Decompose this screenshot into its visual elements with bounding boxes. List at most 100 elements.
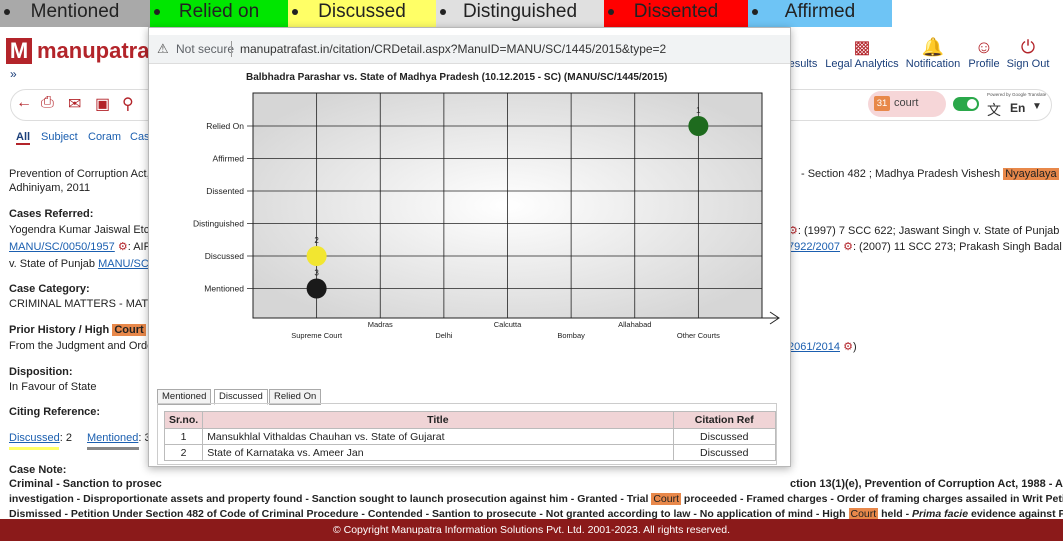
- user-icon: ☺: [974, 37, 994, 57]
- nav-notification[interactable]: 🔔 Notification: [903, 36, 963, 70]
- mail-icon[interactable]: ✉: [68, 94, 81, 114]
- citing-reference-heading: Citing Reference:: [9, 406, 101, 418]
- x-tick-label: Allahabad: [618, 320, 651, 329]
- y-tick-label: Dissented: [206, 186, 244, 196]
- power-icon: ⏻: [1020, 37, 1036, 57]
- translate-icon[interactable]: 文: [987, 100, 1001, 120]
- y-tick-label: Distinguished: [193, 219, 244, 229]
- url-text[interactable]: manupatrafast.in/citation/CRDetail.aspx?…: [240, 42, 666, 56]
- prior-history-link-row: 2061/2014 ⚙): [788, 341, 857, 353]
- legend-discussed: Discussed: [288, 0, 436, 27]
- legend-distinguished: Distinguished: [436, 0, 604, 27]
- case-category-heading: Case Category:: [9, 283, 90, 295]
- nav-results[interactable]: esults: [786, 36, 820, 70]
- column-header: Citation Ref: [672, 411, 776, 429]
- mentioned-count[interactable]: Mentioned: 3: [87, 432, 151, 444]
- expand-icon[interactable]: »: [10, 67, 17, 81]
- google-translate-credit: Powered by Google Translate: [987, 92, 1047, 97]
- legend-relied-on: Relied on: [150, 0, 288, 27]
- x-tick-label: Delhi: [435, 331, 452, 340]
- tab-subject[interactable]: Subject: [41, 131, 78, 143]
- citation-popup-window: ⚠ Not secure manupatrafast.in/citation/C…: [148, 27, 791, 467]
- chart-title: Balbhadra Parashar vs. State of Madhya P…: [246, 72, 668, 83]
- cases-referred-text-right: ⚙: (1997) 7 SCC 622; Jaswant Singh v. St…: [788, 225, 1060, 237]
- highlight: Nyayalaya: [1003, 168, 1059, 180]
- case-note-heading: Case Note:: [9, 464, 67, 476]
- x-tick-label: Calcutta: [494, 320, 522, 329]
- tab-case[interactable]: Cas: [130, 131, 150, 143]
- y-tick-label: Affirmed: [213, 154, 245, 164]
- citation-legend-bar: Mentioned Relied on Discussed Distinguished…: [0, 0, 892, 27]
- citation-link[interactable]: 7922/2007: [788, 241, 840, 253]
- act-line-2: Adhiniyam, 2011: [9, 182, 91, 194]
- data-point: [688, 116, 709, 136]
- data-label: 3: [314, 269, 319, 278]
- citation-row: MANU/SC/0050/1957 ⚙: AIR: [9, 241, 152, 253]
- print-icon[interactable]: ⎙: [41, 94, 54, 112]
- legend-mentioned: Mentioned: [0, 0, 150, 27]
- citation-ref: Discussed: [672, 428, 776, 445]
- copyright-footer: © Copyright Manupatra Information Soluti…: [0, 519, 1063, 541]
- citation-link[interactable]: 2061/2014: [788, 341, 840, 353]
- nav-signout[interactable]: ⏻ Sign Out: [1006, 36, 1050, 70]
- save-icon[interactable]: ▣: [95, 94, 110, 114]
- toggle-switch[interactable]: [953, 97, 979, 111]
- citation-ref: Discussed: [672, 444, 776, 461]
- case-title[interactable]: State of Karnataka vs. Ameer Jan: [202, 444, 674, 461]
- discussed-count[interactable]: Discussed: 2: [9, 432, 72, 444]
- gear-icon: ⚙: [843, 241, 853, 253]
- results-panel: Sr.no. Title Citation Ref 1 Mansukhlal V…: [157, 403, 777, 465]
- x-tick-label: Madras: [368, 320, 393, 329]
- column-header: Title: [202, 411, 674, 429]
- legend-label: Distinguished: [462, 1, 578, 22]
- gear-icon: ⚙: [843, 341, 853, 353]
- data-point: [306, 278, 327, 299]
- row-number: 2: [163, 444, 204, 461]
- case-note-line1-right: ction 13(1)(e), Prevention of Corruption…: [790, 478, 1063, 490]
- legend-label: Mentioned: [30, 1, 120, 22]
- x-tick-label: Bombay: [557, 331, 585, 340]
- citation-row-3: v. State of Punjab MANU/SC/0: [9, 258, 158, 270]
- disposition-value: In Favour of State: [9, 381, 97, 393]
- citation-link[interactable]: MANU/SC/0050/1957: [9, 241, 115, 253]
- citation-chart: Mentioned Discussed Distinguished Dissented…: [193, 92, 780, 340]
- tab-coram[interactable]: Coram: [88, 131, 121, 143]
- chevron-down-icon[interactable]: ▼: [1032, 101, 1042, 112]
- disposition-heading: Disposition:: [9, 366, 73, 378]
- discussed-stripe: [9, 447, 59, 450]
- court-filter-chip[interactable]: 31 court: [868, 91, 946, 117]
- nav-legal-analytics[interactable]: ▩ Legal Analytics: [824, 36, 900, 70]
- nav-profile[interactable]: ☺ Profile: [966, 36, 1002, 70]
- table-row[interactable]: 2 State of Karnataka vs. Ameer Jan Discu…: [163, 444, 776, 461]
- prior-history-heading: Prior History / High Court St: [9, 324, 160, 336]
- data-label: 2: [314, 236, 319, 245]
- y-tick-label: Mentioned: [204, 284, 244, 294]
- legend-label: Relied on: [178, 1, 260, 22]
- logo-text: manupatra: [37, 38, 150, 63]
- citation-table: Sr.no. Title Citation Ref 1 Mansukhlal V…: [163, 411, 776, 461]
- court-count-badge: 31: [874, 96, 890, 111]
- y-tick-label: Discussed: [205, 251, 244, 261]
- case-title[interactable]: Mansukhlal Vithaldas Chauhan vs. State o…: [202, 428, 674, 445]
- back-icon[interactable]: ←: [16, 94, 32, 112]
- prior-history-text: From the Judgment and Order: [9, 340, 157, 352]
- language-select[interactable]: En: [1010, 101, 1025, 115]
- legend-label: Dissented: [633, 1, 719, 22]
- data-point: [306, 246, 327, 266]
- gear-icon: ⚙: [117, 241, 128, 253]
- cases-referred-heading: Cases Referred:: [9, 208, 94, 220]
- case-category-value: CRIMINAL MATTERS - MATTE: [9, 298, 163, 310]
- warning-icon: ⚠: [157, 41, 169, 56]
- search-icon[interactable]: ⚲: [122, 94, 134, 114]
- divider: [231, 41, 232, 57]
- table-row[interactable]: 1 Mansukhlal Vithaldas Chauhan vs. State…: [163, 428, 776, 445]
- legend-label: Affirmed: [784, 1, 856, 22]
- legend-affirmed: Affirmed: [748, 0, 892, 27]
- x-tick-label: Other Courts: [677, 331, 720, 340]
- citation-row-right: 7922/2007 ⚙: (2007) 11 SCC 273; Prakash …: [788, 241, 1062, 253]
- row-number: 1: [163, 428, 204, 445]
- mentioned-stripe: [87, 447, 139, 450]
- case-note-line1: Criminal - Sanction to prosec: [9, 478, 162, 490]
- column-header: Sr.no.: [163, 411, 204, 429]
- tab-all[interactable]: All: [16, 131, 31, 145]
